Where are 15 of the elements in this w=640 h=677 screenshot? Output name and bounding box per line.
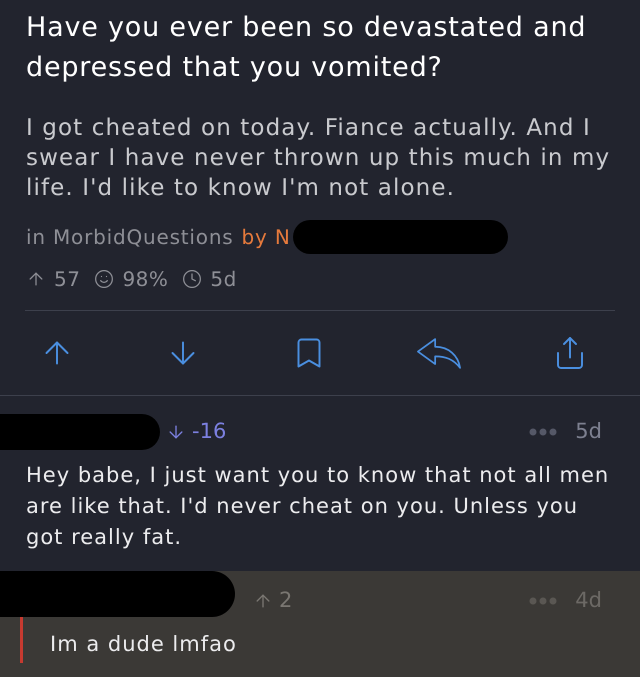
comment-age: 5d	[575, 418, 602, 446]
reply-arrow-icon[interactable]	[416, 336, 462, 370]
comment-score: -16	[192, 418, 226, 446]
post-stat: 98%	[122, 266, 168, 293]
subreddit-link[interactable]: in MorbidQuestions	[26, 222, 234, 252]
post-stat: 5d	[210, 266, 237, 293]
post-body: I got cheated on today. Fiance actually. And I swear I have never thrown up this much in my life. I'd like to know I'm not alone.	[26, 114, 612, 203]
post-stat: 57	[54, 266, 80, 293]
post-title: Have you ever been so devastated and depressed that you vomited?	[26, 11, 588, 85]
author-link[interactable]: by N	[242, 222, 291, 252]
comment-text: Hey babe, I just want you to know that not all men are like that. I'd never cheat on you. Unless you got really fat.	[25, 462, 610, 551]
comment-text: Im a dude lmfao	[50, 631, 238, 658]
clock-icon	[182, 269, 202, 289]
smiley-icon	[94, 269, 114, 289]
comment-score: 2	[279, 587, 292, 614]
